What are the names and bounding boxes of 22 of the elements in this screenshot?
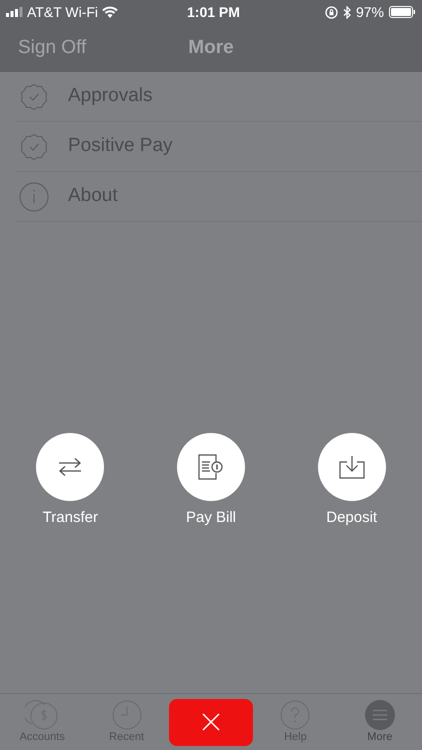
info-icon [19,182,49,212]
sign-off-button[interactable]: Sign Off [18,34,86,62]
page-title: More [188,36,234,60]
battery-icon [389,6,416,18]
tab-item[interactable]: More [364,700,395,744]
rotation-lock-icon [324,6,338,18]
check-badge-icon [20,82,48,110]
action-label: Transfer [42,508,98,528]
swap-arrows-icon [58,456,82,476]
download-tray-icon [338,454,365,478]
bill-icon [196,454,225,480]
close-icon [202,713,220,731]
check-badge-icon [20,132,48,160]
action-label: Pay Bill [186,508,236,528]
signal-icon [6,7,23,17]
menu-icon [364,700,395,730]
wifi-icon [102,6,118,18]
bluetooth-icon [342,6,351,18]
carrier-name: AT&T Wi-Fi [27,2,98,22]
action-label: Deposit [326,508,378,528]
battery-percent: 97% [356,2,384,22]
clock-time: 1:01 PM [187,2,240,22]
